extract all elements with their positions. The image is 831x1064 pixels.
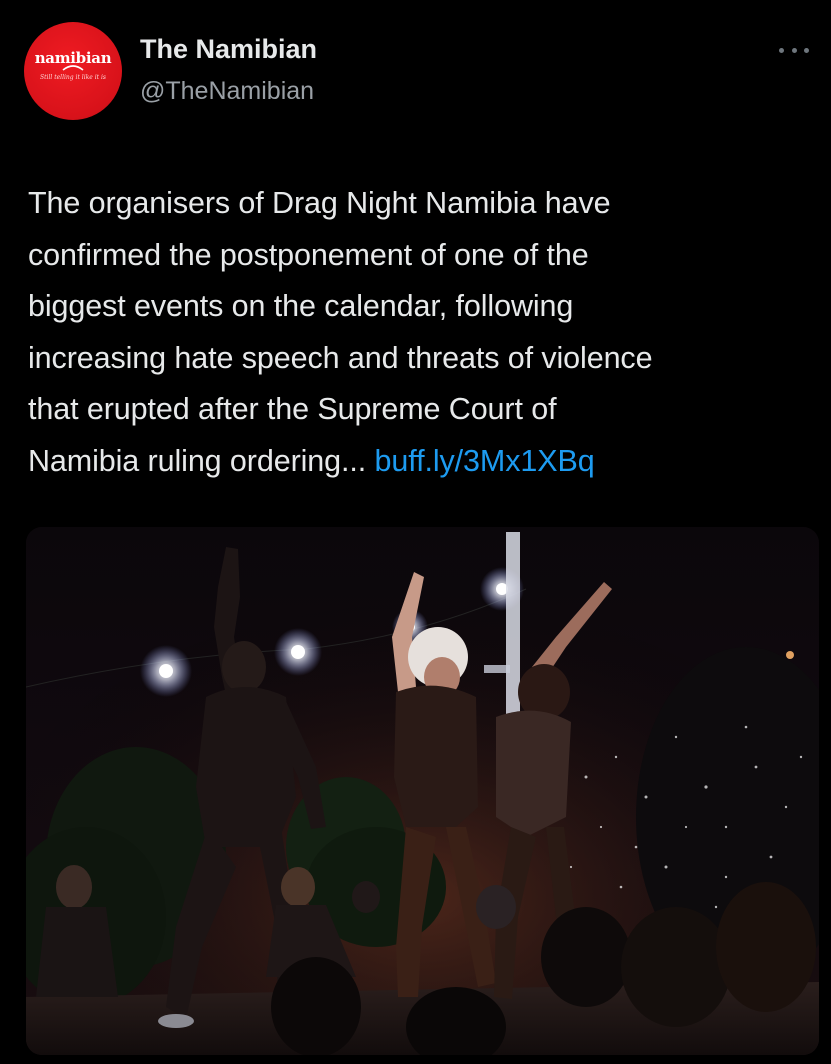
tweet-line: increasing hate speech and threats of vi… <box>28 340 653 375</box>
display-name[interactable]: The Namibian <box>140 34 317 65</box>
avatar-tagline: Still telling it like it is <box>40 74 106 81</box>
more-horizontal-icon[interactable] <box>779 44 809 56</box>
tweet-line: that erupted after the Supreme Court of <box>28 392 557 426</box>
tweet-line: confirmed the postponement of one of the <box>28 237 589 272</box>
tweet-card: namibian Still telling it like it is The… <box>0 0 831 1064</box>
user-handle[interactable]: @TheNamibian <box>140 77 314 106</box>
tweet-media-photo[interactable] <box>26 527 819 1055</box>
tweet-line: The organisers of Drag Night Namibia hav… <box>28 186 611 220</box>
tweet-line-last: Namibia ruling ordering... buff.ly/3Mx1X… <box>28 436 808 488</box>
performance-photo <box>26 527 819 1055</box>
tweet-line-text: Namibia ruling ordering... <box>28 443 367 478</box>
tweet-link[interactable]: buff.ly/3Mx1XBq <box>375 444 595 478</box>
tweet-line: biggest events on the calendar, followin… <box>28 289 574 323</box>
tweet-text: The organisers of Drag Night Namibia hav… <box>28 178 808 487</box>
logo-swoosh-icon <box>62 65 84 71</box>
avatar[interactable]: namibian Still telling it like it is <box>24 22 122 120</box>
